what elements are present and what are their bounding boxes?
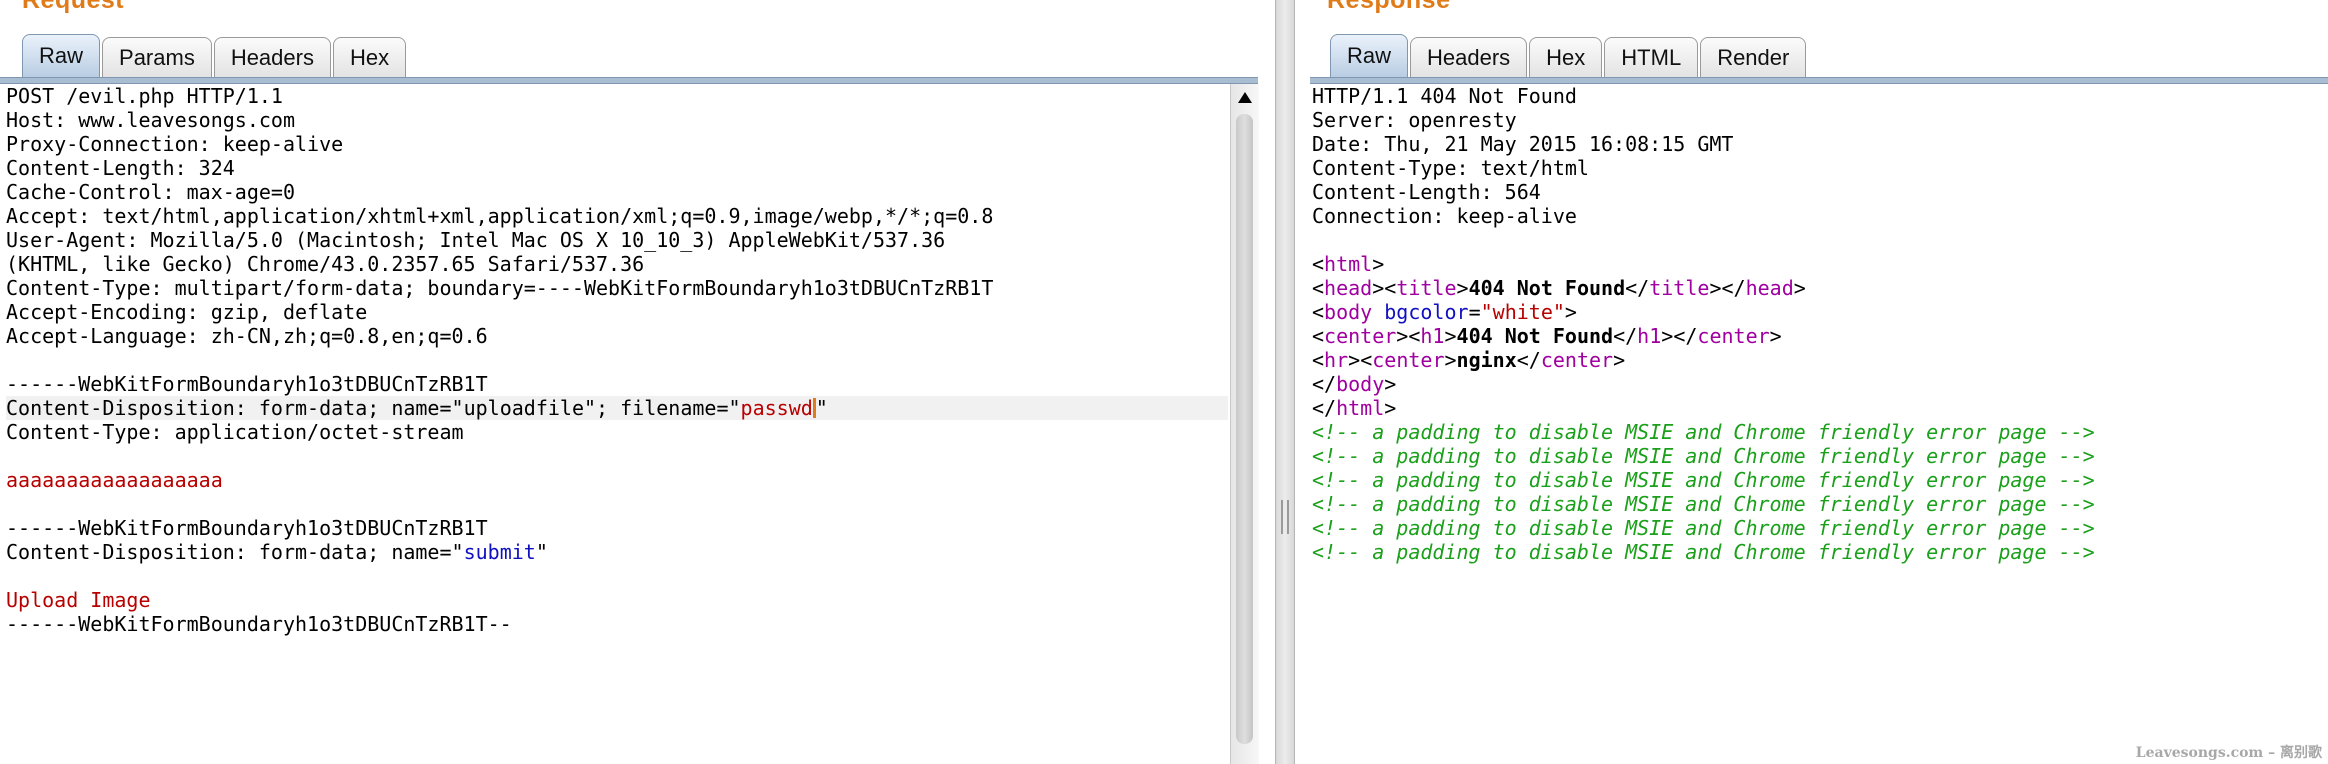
header-user-agent-cont: (KHTML, like Gecko) Chrome/43.0.2357.65 … (6, 252, 645, 276)
head-line: <head><title>404 Not Found</title></head… (1312, 276, 1806, 300)
response-tab-hex[interactable]: Hex (1529, 37, 1603, 77)
header-connection: Connection: keep-alive (1312, 204, 1577, 228)
watermark: Leavesongs.com – 离别歌 (2135, 745, 2322, 761)
disposition-label-2: Content-Disposition: form-data; name= (6, 540, 452, 564)
response-tab-html[interactable]: HTML (1604, 37, 1699, 77)
response-tab-render[interactable]: Render (1700, 37, 1807, 77)
response-title: Response (1327, 0, 1451, 14)
header-accept: Accept: text/html,application/xhtml+xml,… (6, 204, 994, 228)
request-scrollbar[interactable] (1230, 84, 1259, 764)
response-editor[interactable]: HTTP/1.1 404 Not Found Server: openresty… (1312, 84, 2322, 764)
part-content-type: Content-Type: application/octet-stream (6, 420, 464, 444)
title-text: 404 Not Found (1468, 276, 1626, 300)
divider-grip-icon[interactable] (1281, 500, 1289, 534)
response-tab-underline (1310, 77, 2328, 84)
split-pane-divider[interactable] (1275, 0, 1295, 764)
html-close-line: </html> (1312, 396, 1397, 420)
disposition-label: Content-Disposition: form-data; name= (6, 396, 452, 420)
padding-comment: <!-- a padding to disable MSIE and Chrom… (1312, 516, 2095, 540)
request-pane: Request Raw Params Headers Hex POST /evi… (0, 0, 1275, 764)
request-tab-underline (0, 77, 1258, 84)
submit-quote-open: " (451, 540, 464, 564)
header-content-length: Content-Length: 324 (6, 156, 235, 180)
center-h1-line: <center><h1>404 Not Found</h1></center> (1312, 324, 1782, 348)
current-line-highlight: Content-Disposition: form-data; name="up… (6, 396, 1228, 420)
server-signature: nginx (1456, 348, 1517, 372)
response-tab-raw[interactable]: Raw (1330, 34, 1409, 77)
padding-comment: <!-- a padding to disable MSIE and Chrom… (1312, 444, 2095, 468)
boundary-line-2: ------WebKitFormBoundaryh1o3tDBUCnTzRB1T (6, 516, 488, 540)
submit-name-value: submit (463, 540, 536, 564)
filename-value: passwd (740, 396, 813, 420)
submit-value: Upload Image (6, 588, 151, 612)
filename-quote-close: " (815, 396, 828, 420)
request-tab-bar: Raw Params Headers Hex (22, 34, 408, 77)
header-content-type: Content-Type: multipart/form-data; bound… (6, 276, 994, 300)
request-line: POST /evil.php HTTP/1.1 (6, 84, 283, 108)
padding-comment: <!-- a padding to disable MSIE and Chrom… (1312, 492, 2095, 516)
header-proxy-connection: Proxy-Connection: keep-alive (6, 132, 344, 156)
scroll-up-arrow-icon[interactable] (1238, 92, 1252, 103)
padding-comment: <!-- a padding to disable MSIE and Chrom… (1312, 468, 2095, 492)
body-close-line: </body> (1312, 372, 1397, 396)
header-content-length: Content-Length: 564 (1312, 180, 1541, 204)
request-editor[interactable]: POST /evil.php HTTP/1.1 Host: www.leaves… (6, 84, 1228, 764)
hr-center-line: <hr><center>nginx</center> (1312, 348, 1626, 372)
request-tab-params[interactable]: Params (102, 37, 212, 77)
request-tab-headers[interactable]: Headers (213, 37, 331, 77)
response-tab-bar: Raw Headers Hex HTML Render (1330, 34, 1808, 77)
file-payload: aaaaaaaaaaaaaaaaaa (6, 468, 223, 492)
scrollbar-thumb[interactable] (1236, 114, 1253, 744)
header-cache-control: Cache-Control: max-age=0 (6, 180, 295, 204)
request-tab-raw[interactable]: Raw (22, 34, 101, 77)
field-name-value: "uploadfile" (451, 396, 597, 420)
header-accept-language: Accept-Language: zh-CN,zh;q=0.8,en;q=0.6 (6, 324, 488, 348)
response-pane: Response Raw Headers Hex HTML Render HTT… (1295, 0, 2328, 764)
filename-quote-open: " (728, 396, 741, 420)
header-accept-encoding: Accept-Encoding: gzip, deflate (6, 300, 368, 324)
request-tab-hex[interactable]: Hex (332, 37, 407, 77)
header-user-agent: User-Agent: Mozilla/5.0 (Macintosh; Inte… (6, 228, 946, 252)
padding-comment: <!-- a padding to disable MSIE and Chrom… (1312, 540, 2095, 564)
header-content-type: Content-Type: text/html (1312, 156, 1589, 180)
status-line: HTTP/1.1 404 Not Found (1312, 84, 1577, 108)
header-date: Date: Thu, 21 May 2015 16:08:15 GMT (1312, 132, 1734, 156)
boundary-end-line: ------WebKitFormBoundaryh1o3tDBUCnTzRB1T… (6, 612, 512, 636)
filename-label: ; filename= (596, 396, 729, 420)
header-server: Server: openresty (1312, 108, 1517, 132)
boundary-line: ------WebKitFormBoundaryh1o3tDBUCnTzRB1T (6, 372, 488, 396)
body-open-line: <body bgcolor="white"> (1312, 300, 1577, 324)
response-tab-headers[interactable]: Headers (1410, 37, 1528, 77)
padding-comment: <!-- a padding to disable MSIE and Chrom… (1312, 420, 2095, 444)
header-host: Host: www.leavesongs.com (6, 108, 295, 132)
html-open-line: <html> (1312, 252, 1385, 276)
submit-quote-close: " (535, 540, 548, 564)
request-title: Request (22, 0, 125, 14)
h1-text: 404 Not Found (1456, 324, 1614, 348)
